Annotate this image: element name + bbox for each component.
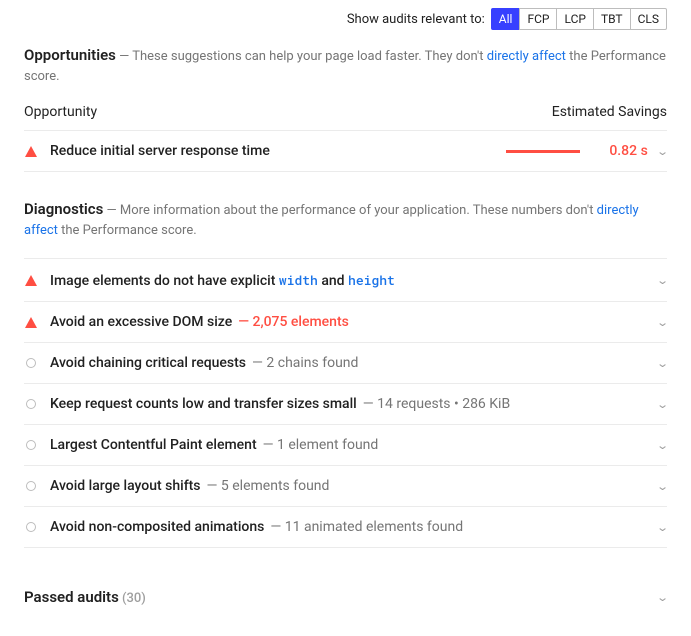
audit-detail: — 11 animated elements found xyxy=(270,519,463,535)
passed-audits-toggle[interactable]: Passed audits (30) ⌄ xyxy=(24,574,667,612)
filter-btn-fcp[interactable]: FCP xyxy=(519,8,557,30)
diagnostic-row[interactable]: Largest Contentful Paint element — 1 ele… xyxy=(24,425,667,466)
opportunities-desc: — These suggestions can help your page l… xyxy=(24,49,666,84)
passed-audits-count: (30) xyxy=(122,591,146,606)
passed-audits-title: Passed audits xyxy=(24,588,119,606)
diagnostic-row[interactable]: Avoid chaining critical requests — 2 cha… xyxy=(24,343,667,384)
chevron-down-icon: ⌄ xyxy=(656,316,669,329)
diagnostic-row[interactable]: Keep request counts low and transfer siz… xyxy=(24,384,667,425)
circle-neutral-icon xyxy=(24,358,38,368)
audit-detail: — 1 element found xyxy=(263,437,379,453)
filter-btn-cls[interactable]: CLS xyxy=(630,8,667,30)
diagnostics-desc: — More information about the performance… xyxy=(24,203,639,238)
filter-btn-lcp[interactable]: LCP xyxy=(556,8,593,30)
audit-filter-row: Show audits relevant to: AllFCPLCPTBTCLS xyxy=(24,8,667,30)
chevron-down-icon: ⌄ xyxy=(656,439,669,452)
filter-button-group: AllFCPLCPTBTCLS xyxy=(491,8,667,30)
opportunity-column-headers: Opportunity Estimated Savings xyxy=(24,104,667,131)
triangle-fail-icon xyxy=(24,275,38,286)
audit-title: Avoid large layout shifts xyxy=(50,478,201,494)
diagnostic-row[interactable]: Avoid large layout shifts — 5 elements f… xyxy=(24,466,667,507)
diagnostics-section: Diagnostics — More information about the… xyxy=(24,198,667,548)
opportunities-section: Opportunities — These suggestions can he… xyxy=(24,44,667,172)
code-token: width xyxy=(279,271,318,289)
filter-label: Show audits relevant to: xyxy=(347,12,485,27)
opportunities-title: Opportunities xyxy=(24,46,116,64)
diagnostics-header: Diagnostics — More information about the… xyxy=(24,198,667,240)
col-opportunity: Opportunity xyxy=(24,104,97,120)
col-savings: Estimated Savings xyxy=(552,104,667,120)
audit-detail: — 2 chains found xyxy=(252,355,358,371)
diagnostic-row[interactable]: Image elements do not have explicit widt… xyxy=(24,259,667,302)
audit-title: Largest Contentful Paint element xyxy=(50,437,257,453)
audit-title: Avoid an excessive DOM size xyxy=(50,314,232,330)
audit-detail: — 5 elements found xyxy=(207,478,330,494)
opportunity-row[interactable]: Reduce initial server response time 0.82 … xyxy=(24,131,667,172)
triangle-fail-icon xyxy=(24,317,38,328)
circle-neutral-icon xyxy=(24,399,38,409)
filter-btn-all[interactable]: All xyxy=(491,8,521,30)
chevron-down-icon: ⌄ xyxy=(656,591,669,604)
filter-btn-tbt[interactable]: TBT xyxy=(593,8,631,30)
audit-title: Reduce initial server response time xyxy=(50,143,270,159)
chevron-down-icon: ⌄ xyxy=(656,145,669,158)
audit-title: Avoid chaining critical requests xyxy=(50,355,246,371)
opportunities-list: Reduce initial server response time 0.82 … xyxy=(24,131,667,172)
circle-neutral-icon xyxy=(24,481,38,491)
chevron-down-icon: ⌄ xyxy=(656,521,669,534)
code-token: height xyxy=(348,271,395,289)
diagnostic-row[interactable]: Avoid an excessive DOM size — 2,075 elem… xyxy=(24,302,667,343)
triangle-fail-icon xyxy=(24,146,38,157)
circle-neutral-icon xyxy=(24,522,38,532)
chevron-down-icon: ⌄ xyxy=(656,480,669,493)
opportunities-desc-link[interactable]: directly affect xyxy=(487,49,566,64)
audit-title: Avoid non-composited animations xyxy=(50,519,264,535)
audit-title: Image elements do not have explicit widt… xyxy=(50,271,395,289)
diagnostic-row[interactable]: Avoid non-composited animations — 11 ani… xyxy=(24,507,667,548)
chevron-down-icon: ⌄ xyxy=(656,274,669,287)
opportunities-header: Opportunities — These suggestions can he… xyxy=(24,44,667,86)
audit-detail: — 2,075 elements xyxy=(238,314,349,330)
savings-value: 0.82 s xyxy=(608,143,648,159)
savings-bar xyxy=(506,150,580,153)
chevron-down-icon: ⌄ xyxy=(656,398,669,411)
chevron-down-icon: ⌄ xyxy=(656,357,669,370)
circle-neutral-icon xyxy=(24,440,38,450)
diagnostics-list: Image elements do not have explicit widt… xyxy=(24,258,667,548)
audit-detail: — 14 requests • 286 KiB xyxy=(363,396,510,412)
diagnostics-title: Diagnostics xyxy=(24,200,103,218)
audit-title: Keep request counts low and transfer siz… xyxy=(50,396,357,412)
